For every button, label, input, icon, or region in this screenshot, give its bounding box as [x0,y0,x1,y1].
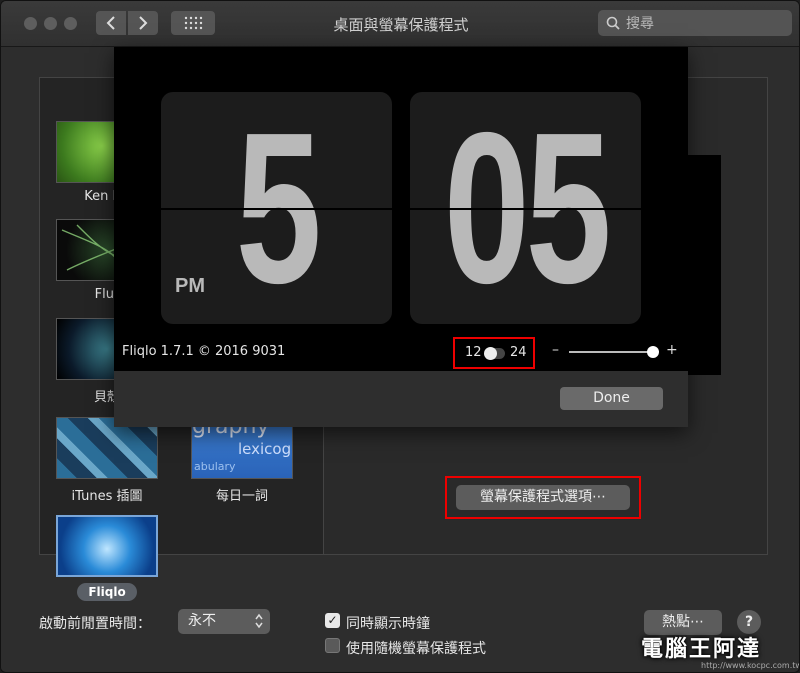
flip-divider [410,208,641,210]
meridiem-label: PM [175,275,205,297]
highlight-frame [445,476,641,519]
start-after-select[interactable]: 永不 [178,609,270,634]
show-clock-label: 同時顯示時鐘 [346,616,430,632]
updown-arrows-icon [255,613,263,629]
watermark-url: http://www.kocpc.com.tw [701,661,800,670]
screensaver-label: 每日一詞 [215,489,268,504]
search-field[interactable]: 搜尋 [598,10,792,36]
random-screensaver-label: 使用隨機螢幕保護程式 [346,641,486,657]
screensaver-thumb-fliqlo[interactable] [56,515,158,577]
version-label: Fliqlo 1.7.1 © 2016 9031 [122,344,286,359]
size-slider-thumb[interactable] [647,346,659,358]
clock-preview: 5 PM 05 Fliqlo 1.7.1 © 2016 9031 12 24 –… [114,47,688,371]
word-thumb-text: abulary [194,460,236,473]
done-button[interactable]: Done [560,387,663,410]
toggle-knob[interactable] [484,347,497,360]
title-bar: 桌面與螢幕保護程式 搜尋 [1,1,799,47]
size-slider[interactable] [569,351,651,353]
random-screensaver-checkbox[interactable] [325,638,340,653]
preview-black-edge [688,155,721,375]
size-increase-icon: + [666,342,678,358]
search-icon [606,16,620,30]
time-format-toggle-group: 12 24 [453,337,535,369]
screensaver-label: iTunes 插圖 [71,489,143,504]
flip-divider [161,208,392,210]
format-12-label: 12 [465,345,482,360]
start-after-label: 啟動前閒置時間： [39,616,151,632]
size-decrease-icon: – [552,342,559,358]
word-thumb-text: lexicog [238,440,292,458]
hour-flip-card: 5 PM [161,92,392,324]
format-24-label: 24 [510,345,527,360]
search-placeholder: 搜尋 [626,16,654,32]
preferences-window: 桌面與螢幕保護程式 搜尋 Ken Bu Flur 貝殼 iTunes 插圖 gr… [0,0,800,673]
show-clock-checkbox[interactable]: ✓ [325,613,340,628]
start-after-value: 永不 [188,613,216,629]
time-format-toggle[interactable] [484,347,505,360]
selected-screensaver-label: Fliqlo [77,583,137,601]
fliqlo-options-sheet: 5 PM 05 Fliqlo 1.7.1 © 2016 9031 12 24 –… [114,47,688,427]
minute-flip-card: 05 [410,92,641,324]
